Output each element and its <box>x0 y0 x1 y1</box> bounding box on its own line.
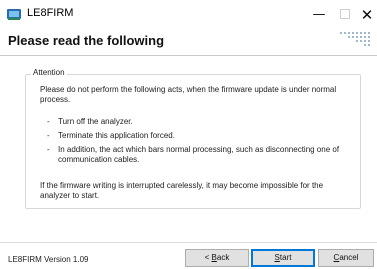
bullet-item: Terminate this application forced. <box>58 131 175 140</box>
attention-label: Attention <box>31 68 67 77</box>
close-icon[interactable]: ✕ <box>352 0 377 30</box>
cancel-button[interactable]: Cancel <box>318 249 374 267</box>
header-divider <box>0 55 377 56</box>
warning-text: If the firmware writing is interrupted c… <box>40 181 324 200</box>
bullet-dash: - <box>47 117 50 126</box>
app-icon <box>7 9 21 20</box>
back-button[interactable]: < Back <box>185 249 249 267</box>
dots-logo-icon <box>340 32 370 46</box>
title-bar: LE8FIRM — ✕ <box>0 0 377 30</box>
version-label: LE8FIRM Version 1.09 <box>8 255 89 264</box>
footer-divider <box>0 242 377 243</box>
bullet-dash: - <box>47 131 50 140</box>
bullet-item: In addition, the act which bars normal p… <box>58 145 340 164</box>
window-title: LE8FIRM <box>27 7 74 19</box>
bullet-item: Turn off the analyzer. <box>58 117 133 126</box>
intro-text: Please do not perform the following acts… <box>40 85 337 104</box>
page-title: Please read the following <box>8 33 165 48</box>
start-button[interactable]: Start <box>251 249 315 267</box>
bullet-dash: - <box>47 145 50 154</box>
